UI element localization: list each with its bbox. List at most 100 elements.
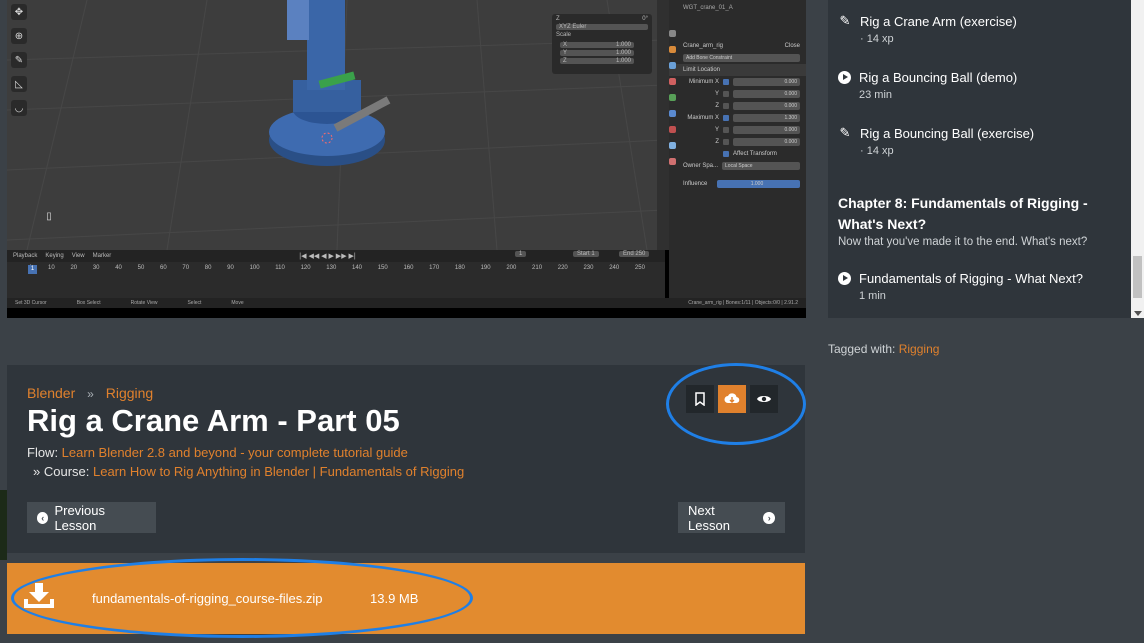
add-constraint-dropdown[interactable]: Add Bone Constraint xyxy=(683,54,800,62)
previous-lesson-button[interactable]: ‹ Previous Lesson xyxy=(27,502,156,533)
course-sidebar: ✎ Rig a Crane Arm (exercise) · 14 xp Rig … xyxy=(828,0,1131,318)
start-frame-field[interactable]: Start 1 xyxy=(573,251,599,257)
annotate-tool-icon[interactable]: ✎ xyxy=(11,52,27,68)
current-frame-field[interactable]: 1 xyxy=(515,251,527,257)
download-icon xyxy=(24,583,54,608)
background-edge xyxy=(0,490,7,560)
download-button[interactable] xyxy=(718,385,746,413)
timeline-tick: 240 xyxy=(609,265,620,271)
max-y-checkbox[interactable] xyxy=(723,127,729,133)
max-x-checkbox[interactable] xyxy=(723,115,729,121)
properties-panel: WGT_crane_01_A Crane_arm_rig Close Add B… xyxy=(669,0,806,300)
course-link[interactable]: Learn How to Rig Anything in Blender | F… xyxy=(93,464,464,479)
owner-space-dropdown[interactable]: Local Space xyxy=(722,162,800,170)
timeline-tick: 20 xyxy=(70,265,78,271)
timeline-tick: 100 xyxy=(249,265,260,271)
video-player[interactable]: ✥ ⊕ ✎ ◺ ◡ ▯ Z 0° XYZ Euler Scale X 1.000 Y… xyxy=(7,0,806,318)
breadcrumb-rigging[interactable]: Rigging xyxy=(106,385,153,401)
scale-label: Scale xyxy=(556,32,572,38)
playhead[interactable]: 1 xyxy=(28,265,37,274)
max-z-checkbox[interactable] xyxy=(723,139,729,145)
view-menu[interactable]: View xyxy=(72,253,85,259)
arrow-left-icon: ‹ xyxy=(37,511,49,524)
playback-menu[interactable]: Playback xyxy=(13,253,37,259)
timeline-ruler[interactable]: 1102030405060708090100110120130140150160… xyxy=(7,262,665,274)
move-tool-icon[interactable]: ⊕ xyxy=(11,28,27,44)
timeline-tick: 200 xyxy=(506,265,517,271)
transform-tool-icon[interactable]: ◡ xyxy=(11,100,27,116)
properties-tabs xyxy=(669,30,679,165)
list-item[interactable]: ✎ Rig a Bouncing Ball (exercise) · 14 xp xyxy=(838,125,1035,157)
mouse-icon: ▯ xyxy=(46,210,52,222)
close-button[interactable]: Close xyxy=(785,43,800,49)
limit-row: Minimum X 0.000 xyxy=(669,76,806,88)
arrow-right-icon: › xyxy=(763,511,775,524)
list-item[interactable]: Fundamentals of Rigging - What Next? 1 mi… xyxy=(838,271,1083,302)
timeline-tick: 150 xyxy=(377,265,388,271)
timeline-tick: 110 xyxy=(275,265,285,271)
chapter-heading: Chapter 8: Fundamentals of Rigging - Wha… xyxy=(838,193,1118,248)
timeline-tick: 60 xyxy=(160,265,167,271)
rotation-mode-field[interactable]: XYZ Euler xyxy=(556,24,648,30)
play-icon xyxy=(838,71,851,84)
influence-slider[interactable]: 1.000 xyxy=(717,180,800,188)
min-z-checkbox[interactable] xyxy=(723,103,729,109)
lesson-actions xyxy=(686,385,778,413)
flow-line: Flow: Learn Blender 2.8 and beyond - you… xyxy=(27,445,408,460)
status-bar: Set 3D Cursor Box Select Rotate View Sel… xyxy=(7,298,806,308)
timeline-tick: 180 xyxy=(454,265,465,271)
flow-link[interactable]: Learn Blender 2.8 and beyond - your comp… xyxy=(62,445,408,460)
timeline-tick: 120 xyxy=(300,265,311,271)
download-filesize: 13.9 MB xyxy=(370,591,419,606)
playback-controls[interactable]: |◀ ◀◀ ◀ ▶ ▶▶ ▶| xyxy=(299,252,355,260)
eye-icon xyxy=(757,396,771,402)
limit-row: Maximum X 1.300 xyxy=(669,112,806,124)
scale-x-field[interactable]: X 1.000 xyxy=(560,42,634,48)
bookmark-icon xyxy=(695,392,705,406)
timeline-tick: 210 xyxy=(532,265,543,271)
outliner-item: WGT_crane_01_A xyxy=(683,5,733,11)
timeline-tick: 140 xyxy=(352,265,363,271)
watch-button[interactable] xyxy=(750,385,778,413)
timeline-tick: 80 xyxy=(204,265,212,271)
viewport-toolbar: ✥ ⊕ ✎ ◺ ◡ xyxy=(11,4,33,116)
timeline: Playback Keying View Marker |◀ ◀◀ ◀ ▶ ▶▶… xyxy=(7,250,665,298)
keying-menu[interactable]: Keying xyxy=(45,253,63,259)
timeline-tick: 250 xyxy=(634,265,645,271)
page-title: Rig a Crane Arm - Part 05 xyxy=(27,403,400,438)
sidebar-scrollbar[interactable] xyxy=(1131,0,1144,318)
download-file-bar[interactable]: fundamentals-of-rigging_course-files.zip… xyxy=(7,563,805,634)
scale-z-field[interactable]: Z 1.000 xyxy=(560,58,634,64)
cursor-tool-icon[interactable]: ✥ xyxy=(11,4,27,20)
limit-row: Z 0.000 xyxy=(669,100,806,112)
download-filename[interactable]: fundamentals-of-rigging_course-files.zip xyxy=(92,591,323,606)
min-y-checkbox[interactable] xyxy=(723,91,729,97)
scale-y-field[interactable]: Y 1.000 xyxy=(560,50,634,56)
marker-menu[interactable]: Marker xyxy=(93,253,112,259)
constraint-name: Limit Location xyxy=(683,67,721,73)
bookmark-button[interactable] xyxy=(686,385,714,413)
lesson-card: Blender » Rigging Rig a Crane Arm - Part… xyxy=(7,365,805,553)
limit-row: Y 0.000 xyxy=(669,88,806,100)
measure-tool-icon[interactable]: ◺ xyxy=(11,76,27,92)
timeline-tick: 50 xyxy=(137,265,145,271)
min-x-checkbox[interactable] xyxy=(723,79,729,85)
end-frame-field[interactable]: End 250 xyxy=(619,251,650,257)
next-lesson-button[interactable]: Next Lesson › xyxy=(678,502,785,533)
chapter-title: Chapter 8: Fundamentals of Rigging - Wha… xyxy=(838,195,1088,232)
pencil-icon: ✎ xyxy=(839,13,851,28)
limit-row: Z 0.000 xyxy=(669,136,806,148)
scroll-down-icon[interactable] xyxy=(1134,311,1142,316)
timeline-tick: 190 xyxy=(480,265,491,271)
chapter-description: Now that you've made it to the end. What… xyxy=(838,236,1088,248)
scroll-thumb[interactable] xyxy=(1133,256,1142,298)
cloud-download-icon xyxy=(724,393,740,404)
breadcrumb-blender[interactable]: Blender xyxy=(27,385,75,401)
timeline-tick: 70 xyxy=(182,265,190,271)
timeline-tick: 170 xyxy=(429,265,440,271)
list-item[interactable]: Rig a Bouncing Ball (demo) 23 min xyxy=(838,70,1017,101)
list-item[interactable]: ✎ Rig a Crane Arm (exercise) · 14 xp xyxy=(838,13,1017,45)
tag-link-rigging[interactable]: Rigging xyxy=(899,342,940,356)
affect-transform-checkbox[interactable] xyxy=(723,151,729,157)
timeline-tick: 230 xyxy=(583,265,594,271)
